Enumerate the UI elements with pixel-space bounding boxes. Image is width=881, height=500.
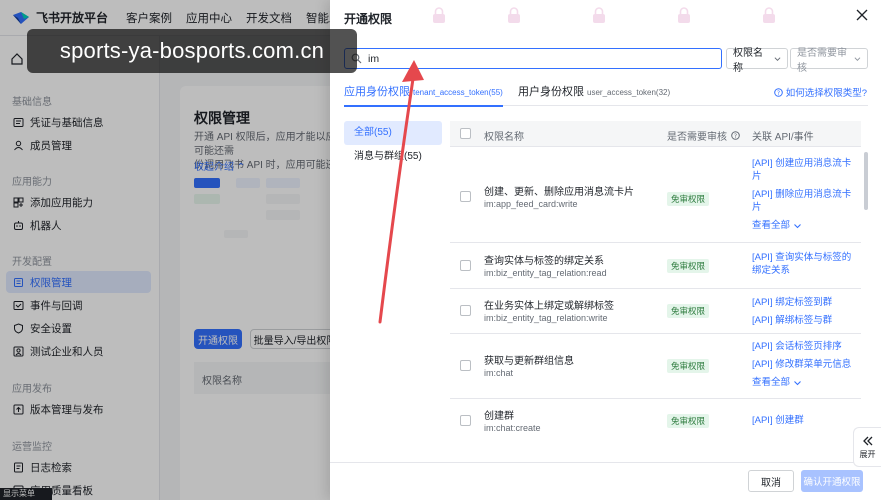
lock-watermark-icon	[593, 7, 605, 23]
tab-tenant-permissions[interactable]: 应用身份权限 tenant_access_token(55)	[344, 83, 503, 107]
review-badge: 免审权限	[667, 259, 710, 273]
row-checkbox[interactable]	[460, 360, 471, 371]
help-link-label: 如何选择权限类型?	[785, 88, 867, 99]
svg-text:?: ?	[734, 133, 737, 140]
table-header: 权限名称 是否需要审核 ? 关联 API/事件	[450, 121, 861, 147]
close-icon[interactable]	[855, 8, 869, 22]
question-circle-icon: ?	[731, 131, 740, 140]
row-checkbox[interactable]	[460, 191, 471, 202]
api-link[interactable]: [API] 解绑标签与群	[752, 314, 856, 327]
related-api-list: [API] 创建应用消息流卡片 [API] 删除应用消息流卡片 查看全部	[752, 157, 856, 237]
lock-watermark-icon	[763, 7, 775, 23]
lock-watermark-icon	[508, 7, 520, 23]
table-row[interactable]: 获取与更新群组信息 im:chat 免审权限 [API] 会话标签页排序 [AP…	[450, 334, 861, 399]
watermark: sports-ya-bosports.com.cn	[27, 29, 357, 73]
review-filter-select[interactable]: 是否需要审核	[790, 48, 868, 74]
review-badge: 免审权限	[667, 304, 710, 318]
chevron-down-icon	[854, 56, 861, 61]
permission-code: im:chat:create	[484, 423, 541, 433]
table-row[interactable]: 查询实体与标签的绑定关系 im:biz_entity_tag_relation:…	[450, 243, 861, 289]
column-header-name: 权限名称	[484, 132, 524, 143]
tab-user-permissions[interactable]: 用户身份权限 user_access_token(32)	[518, 83, 670, 99]
tab-sublabel: tenant_access_token(55)	[413, 88, 503, 97]
permission-code: im:biz_entity_tag_relation:read	[484, 268, 607, 278]
permission-table: 权限名称 是否需要审核 ? 关联 API/事件 创建、更新、删除应用消息流卡片 …	[450, 121, 861, 441]
review-badge: 免审权限	[667, 414, 710, 428]
chevron-down-icon	[794, 223, 801, 228]
view-all-link[interactable]: 查看全部	[752, 376, 856, 389]
related-api-list: [API] 创建群	[752, 414, 856, 432]
permission-code: im:biz_entity_tag_relation:write	[484, 313, 608, 323]
related-api-list: [API] 查询实体与标签的绑定关系	[752, 251, 856, 282]
review-badge: 免审权限	[667, 359, 710, 373]
drawer-header: 开通权限	[330, 0, 881, 34]
tab-label: 用户身份权限	[518, 86, 584, 98]
tab-label: 应用身份权限	[344, 86, 410, 98]
column-header-api: 关联 API/事件	[752, 132, 814, 143]
permission-title: 获取与更新群组信息	[484, 356, 574, 367]
expand-panel-button[interactable]: 展开	[853, 427, 881, 467]
permission-code: im:chat	[484, 368, 514, 378]
row-checkbox[interactable]	[460, 305, 471, 316]
view-all-link[interactable]: 查看全部	[752, 219, 856, 232]
search-field-select[interactable]: 权限名称	[726, 48, 788, 74]
table-scrollbar[interactable]	[864, 152, 868, 210]
lock-watermark-icon	[678, 7, 690, 23]
row-checkbox[interactable]	[460, 415, 471, 426]
api-link[interactable]: [API] 绑定标签到群	[752, 296, 856, 309]
question-circle-icon: ?	[773, 87, 783, 96]
table-row[interactable]: 创建群 im:chat:create 免审权限 [API] 创建群	[450, 399, 861, 441]
api-link[interactable]: [API] 修改群菜单元信息	[752, 358, 856, 371]
api-link[interactable]: [API] 查询实体与标签的绑定关系	[752, 251, 856, 277]
column-header-review: 是否需要审核 ?	[667, 128, 740, 143]
api-link[interactable]: [API] 会话标签页排序	[752, 340, 856, 353]
cancel-button[interactable]: 取消	[748, 470, 794, 492]
double-chevron-left-icon	[862, 436, 872, 445]
api-link[interactable]: [API] 删除应用消息流卡片	[752, 188, 856, 214]
category-all[interactable]: 全部(55)	[344, 121, 442, 145]
drawer-title: 开通权限	[344, 12, 393, 26]
permission-title: 创建、更新、删除应用消息流卡片	[484, 187, 634, 198]
open-permission-drawer: 开通权限 权限名称 是否需要审核 应用身份权限 tenant_access_to…	[330, 0, 881, 500]
view-all-label: 查看全部	[752, 377, 791, 388]
search-field-select-value: 权限名称	[733, 47, 763, 74]
svg-text:?: ?	[777, 89, 780, 96]
view-all-label: 查看全部	[752, 220, 791, 231]
chevron-down-icon	[774, 56, 781, 61]
expand-label: 展开	[859, 449, 876, 459]
related-api-list: [API] 绑定标签到群 [API] 解绑标签与群	[752, 296, 856, 332]
permission-title: 创建群	[484, 411, 514, 422]
review-badge: 免审权限	[667, 192, 710, 206]
related-api-list: [API] 会话标签页排序 [API] 修改群菜单元信息 查看全部	[752, 340, 856, 394]
chevron-down-icon	[794, 380, 801, 385]
row-checkbox[interactable]	[460, 260, 471, 271]
review-filter-select-value: 是否需要审核	[797, 47, 847, 74]
column-header-review-label: 是否需要审核	[667, 132, 727, 143]
permission-title: 查询实体与标签的绑定关系	[484, 256, 604, 267]
modal-overlay[interactable]	[0, 0, 330, 500]
table-row[interactable]: 在业务实体上绑定或解绑标签 im:biz_entity_tag_relation…	[450, 289, 861, 334]
tab-sublabel: user_access_token(32)	[587, 88, 671, 97]
lock-watermark-icon	[433, 7, 445, 23]
category-messaging[interactable]: 消息与群组(55)	[344, 145, 442, 169]
permission-title: 在业务实体上绑定或解绑标签	[484, 301, 614, 312]
permission-search-box[interactable]	[344, 48, 722, 69]
api-link[interactable]: [API] 创建群	[752, 414, 856, 427]
help-permission-type-link[interactable]: ? 如何选择权限类型?	[773, 85, 867, 99]
confirm-open-permission-button[interactable]: 确认开通权限	[801, 470, 863, 492]
category-list: 全部(55) 消息与群组(55)	[344, 121, 442, 169]
drawer-footer: 取消 确认开通权限	[330, 462, 881, 500]
table-row[interactable]: 创建、更新、删除应用消息流卡片 im:app_feed_card:write 免…	[450, 147, 861, 243]
api-link[interactable]: [API] 创建应用消息流卡片	[752, 157, 856, 183]
permission-search-input[interactable]	[368, 52, 698, 65]
select-all-checkbox[interactable]	[460, 128, 471, 139]
permission-code: im:app_feed_card:write	[484, 199, 578, 209]
